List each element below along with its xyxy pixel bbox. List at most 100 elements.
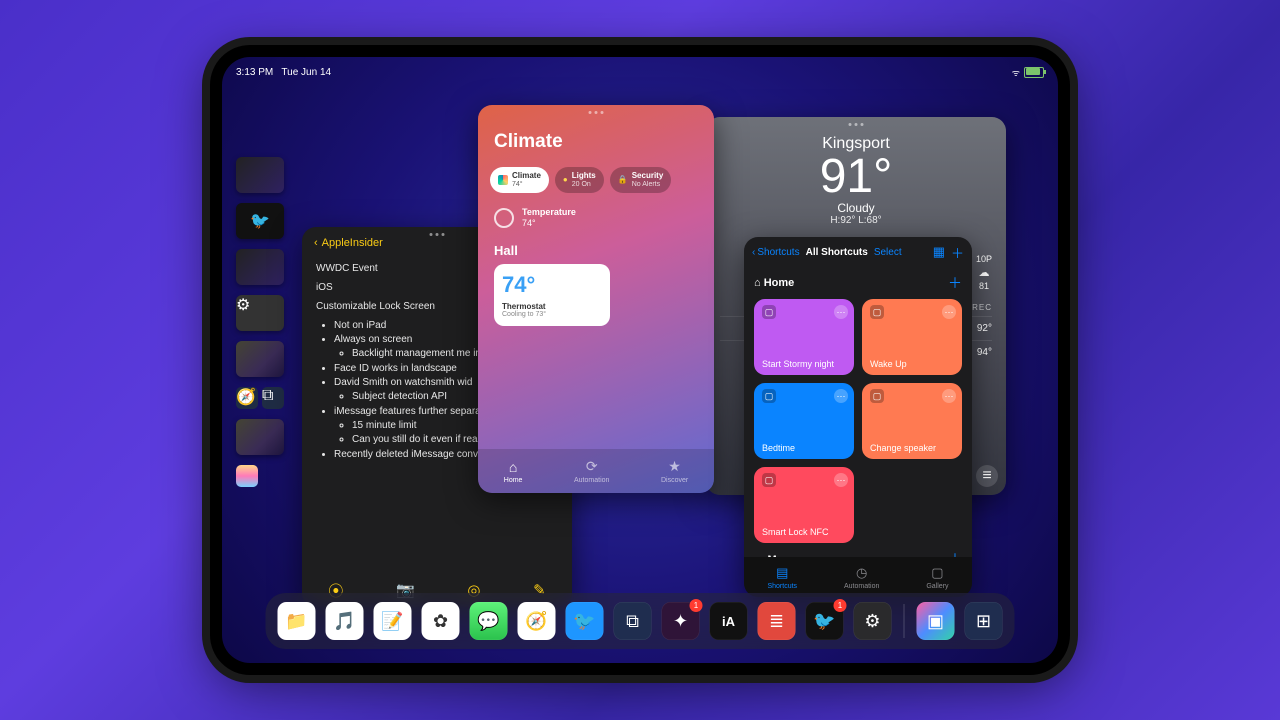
dock-app-grid[interactable]: ⊞ bbox=[965, 602, 1003, 640]
more-icon[interactable]: ⋯ bbox=[942, 305, 956, 319]
climate-icon bbox=[498, 175, 508, 185]
ipad-frame: 3:13 PM Tue Jun 14 ᯤ 🐦 ⚙︎ 🧭 ⧉ bbox=[210, 45, 1070, 675]
note-bullet: David Smith on watchsmith wid bbox=[334, 377, 472, 388]
note-subbullet: Backlight management me bbox=[352, 348, 470, 359]
dock-app-messages[interactable]: 💬 bbox=[470, 602, 508, 640]
window-dots-icon[interactable] bbox=[430, 233, 445, 236]
stage-thumb-twitter[interactable]: 🐦 bbox=[236, 203, 284, 239]
tab-label: Shortcuts bbox=[767, 583, 797, 590]
thermostat-tile[interactable]: 74° Thermostat Cooling to 73° bbox=[494, 264, 610, 326]
add-icon[interactable]: ＋ bbox=[951, 243, 964, 262]
badge: 1 bbox=[690, 599, 703, 612]
section-home[interactable]: ⌂ Home ＋ bbox=[744, 267, 972, 299]
stage-thumb[interactable] bbox=[236, 249, 284, 285]
card-label: Start Stormy night bbox=[762, 359, 846, 369]
chip-climate[interactable]: Climate74° bbox=[490, 167, 549, 193]
shortcut-card[interactable]: ▢⋯Bedtime bbox=[754, 383, 854, 459]
tab-automation[interactable]: ◷Automation bbox=[844, 565, 879, 590]
hour-temp: 81 bbox=[976, 281, 992, 291]
dock-app-safari[interactable]: 🧭 bbox=[518, 602, 556, 640]
stage-thumb-settings[interactable]: ⚙︎ bbox=[236, 295, 284, 331]
chevron-left-icon: ‹ bbox=[314, 237, 318, 249]
shortcut-card[interactable]: ▢⋯Start Stormy night bbox=[754, 299, 854, 375]
weather-condition: Cloudy bbox=[706, 201, 1006, 215]
shortcuts-window[interactable]: ‹Shortcuts All Shortcuts Select ▦ ＋ ⌂ Ho… bbox=[744, 237, 972, 597]
stage-thumb-pair[interactable]: 🧭 ⧉ bbox=[236, 387, 284, 409]
chip-sub: 20 On bbox=[572, 181, 596, 189]
add-icon[interactable]: ＋ bbox=[948, 273, 962, 293]
chip-security[interactable]: 🔒 SecurityNo Alerts bbox=[610, 167, 672, 193]
hour-cell: 10P ☁︎ 81 bbox=[976, 252, 992, 293]
chip-lights[interactable]: ● Lights20 On bbox=[555, 167, 604, 193]
battery-icon bbox=[1024, 67, 1044, 78]
tab-shortcuts[interactable]: ▤Shortcuts bbox=[767, 565, 797, 590]
chip-label: Climate bbox=[512, 172, 541, 181]
window-dots-icon[interactable] bbox=[589, 111, 604, 114]
stage-stack[interactable]: 🐦 ⚙︎ 🧭 ⧉ bbox=[236, 157, 284, 487]
weather-temp: 91° bbox=[706, 153, 1006, 201]
tab-automation[interactable]: ⟳Automation bbox=[574, 458, 609, 484]
dock[interactable]: 📁 🎵 📝 ✿ 💬 🧭 🐦 ⧉ ✦1 iA ≣ 🐦1 ⚙︎ ▣ ⊞ bbox=[266, 593, 1015, 649]
dock-app-music[interactable]: 🎵 bbox=[326, 602, 364, 640]
thermostat-temp: 74° bbox=[502, 272, 602, 298]
more-icon[interactable]: ⋯ bbox=[942, 389, 956, 403]
shortcuts-navbar: ‹Shortcuts All Shortcuts Select ▦ ＋ bbox=[744, 237, 972, 267]
automation-icon: ⟳ bbox=[586, 458, 598, 475]
grid-view-icon[interactable]: ▦ bbox=[933, 244, 945, 260]
dock-app-todoist[interactable]: ≣ bbox=[758, 602, 796, 640]
stage-thumb[interactable] bbox=[236, 157, 284, 193]
weather-hilo: H:92° L:68° bbox=[706, 215, 1006, 226]
dock-app-twitter[interactable]: 🐦1 bbox=[806, 602, 844, 640]
window-dots-icon[interactable] bbox=[849, 123, 864, 126]
star-icon: ★ bbox=[668, 458, 681, 475]
more-icon[interactable]: ⋯ bbox=[834, 389, 848, 403]
hour-time: 10P bbox=[976, 254, 992, 264]
dock-app-ia-writer[interactable]: iA bbox=[710, 602, 748, 640]
house-icon: ⌂ bbox=[754, 277, 761, 289]
weather-menu-icon[interactable]: ≡ bbox=[976, 465, 998, 487]
status-time: 3:13 PM bbox=[236, 67, 273, 78]
card-icon: ▢ bbox=[870, 389, 884, 403]
status-date: Tue Jun 14 bbox=[281, 67, 331, 78]
more-icon[interactable]: ⋯ bbox=[834, 305, 848, 319]
house-icon: ⌂ bbox=[509, 459, 517, 475]
gauge-icon bbox=[494, 208, 514, 228]
dock-app-photos[interactable]: ✿ bbox=[422, 602, 460, 640]
dock-app-tweetbot[interactable]: 🐦 bbox=[566, 602, 604, 640]
home-chip-row: Climate74° ● Lights20 On 🔒 SecurityNo Al… bbox=[478, 159, 714, 201]
chip-label: Security bbox=[632, 172, 664, 181]
stage-thumb[interactable] bbox=[236, 341, 284, 377]
room-title: Hall bbox=[494, 243, 698, 258]
tab-label: Gallery bbox=[926, 583, 948, 590]
tab-discover[interactable]: ★ Discover bbox=[661, 458, 688, 484]
back-button[interactable]: ‹Shortcuts bbox=[752, 247, 800, 258]
more-icon[interactable]: ⋯ bbox=[834, 473, 848, 487]
home-tabbar: ⌂ Home ⟳Automation ★ Discover bbox=[478, 449, 714, 493]
chip-sub: No Alerts bbox=[632, 181, 664, 189]
temperature-row[interactable]: Temperature74° bbox=[478, 201, 714, 235]
home-window[interactable]: Climate Climate74° ● Lights20 On 🔒 Secur… bbox=[478, 105, 714, 493]
select-button[interactable]: Select bbox=[874, 247, 902, 258]
tab-label: Home bbox=[504, 477, 523, 484]
shortcut-card[interactable]: ▢⋯Smart Lock NFC bbox=[754, 467, 854, 543]
dock-app-settings[interactable]: ⚙︎ bbox=[854, 602, 892, 640]
card-label: Change speaker bbox=[870, 443, 954, 453]
stage-thumb[interactable] bbox=[236, 419, 284, 455]
dock-app-slack[interactable]: ✦1 bbox=[662, 602, 700, 640]
nav-title: All Shortcuts bbox=[806, 247, 868, 258]
dock-app-stage[interactable]: ⧉ bbox=[614, 602, 652, 640]
dock-app-files[interactable]: 📁 bbox=[278, 602, 316, 640]
shortcut-card[interactable]: ▢ ⋯ Change speaker bbox=[862, 383, 962, 459]
status-right: ᯤ bbox=[1012, 66, 1044, 79]
tab-label: Discover bbox=[661, 477, 688, 484]
dock-app-notes[interactable]: 📝 bbox=[374, 602, 412, 640]
dock-app-shortcuts[interactable]: ▣ bbox=[917, 602, 955, 640]
mini-icon: ⧉ bbox=[262, 387, 284, 409]
stage-thumb-photos[interactable] bbox=[236, 465, 258, 487]
tab-home[interactable]: ⌂ Home bbox=[504, 459, 523, 484]
temp-label: Temperature bbox=[522, 207, 576, 217]
shortcut-card[interactable]: ▢⋯Wake Up bbox=[862, 299, 962, 375]
tab-gallery[interactable]: ▢Gallery bbox=[926, 565, 948, 590]
status-left: 3:13 PM Tue Jun 14 bbox=[236, 67, 331, 78]
screen: 3:13 PM Tue Jun 14 ᯤ 🐦 ⚙︎ 🧭 ⧉ bbox=[222, 57, 1058, 663]
